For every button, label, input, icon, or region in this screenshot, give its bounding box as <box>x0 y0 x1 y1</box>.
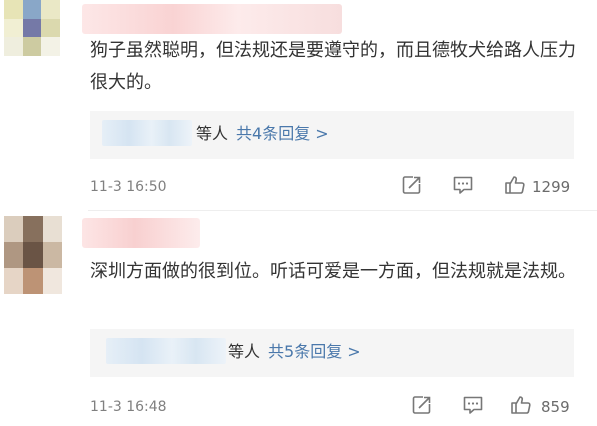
comment-icon[interactable] <box>461 393 485 417</box>
timestamp: 11-3 16:50 <box>90 179 167 195</box>
thumbs-up-icon[interactable] <box>509 393 533 417</box>
avatar[interactable] <box>4 0 60 56</box>
comment-item: 狗子虽然聪明，但法规还是要遵守的，而且德牧犬给路人压力很大的。 等人 共4条回复 … <box>0 0 597 210</box>
reply-users-suffix: 等人 <box>196 124 229 143</box>
forward-icon[interactable] <box>400 173 424 197</box>
username[interactable] <box>82 4 342 34</box>
reply-users-suffix: 等人 <box>228 342 261 361</box>
comment-text: 深圳方面做的很到位。听话可爱是一方面，但法规就是法规。 <box>90 261 576 282</box>
comment-item: 深圳方面做的很到位。听话可爱是一方面，但法规就是法规。 等人 共5条回复 > 11… <box>0 210 597 426</box>
username[interactable] <box>82 218 200 248</box>
timestamp: 11-3 16:48 <box>90 399 167 415</box>
reply-summary[interactable]: 等人 共5条回复 > <box>90 329 574 377</box>
forward-icon[interactable] <box>410 393 434 417</box>
reply-summary[interactable]: 等人 共4条回复 > <box>90 111 574 159</box>
reply-users[interactable] <box>102 120 192 146</box>
view-replies-link[interactable]: 共5条回复 > <box>268 342 361 361</box>
like-count: 859 <box>541 398 570 416</box>
comment-icon[interactable] <box>451 173 475 197</box>
comment-text: 狗子虽然聪明，但法规还是要遵守的，而且德牧犬给路人压力很大的。 <box>90 40 576 93</box>
reply-users[interactable] <box>106 338 226 364</box>
avatar[interactable] <box>4 216 62 294</box>
like-count: 1299 <box>532 178 571 196</box>
thumbs-up-icon[interactable] <box>503 173 527 197</box>
view-replies-link[interactable]: 共4条回复 > <box>236 124 329 143</box>
